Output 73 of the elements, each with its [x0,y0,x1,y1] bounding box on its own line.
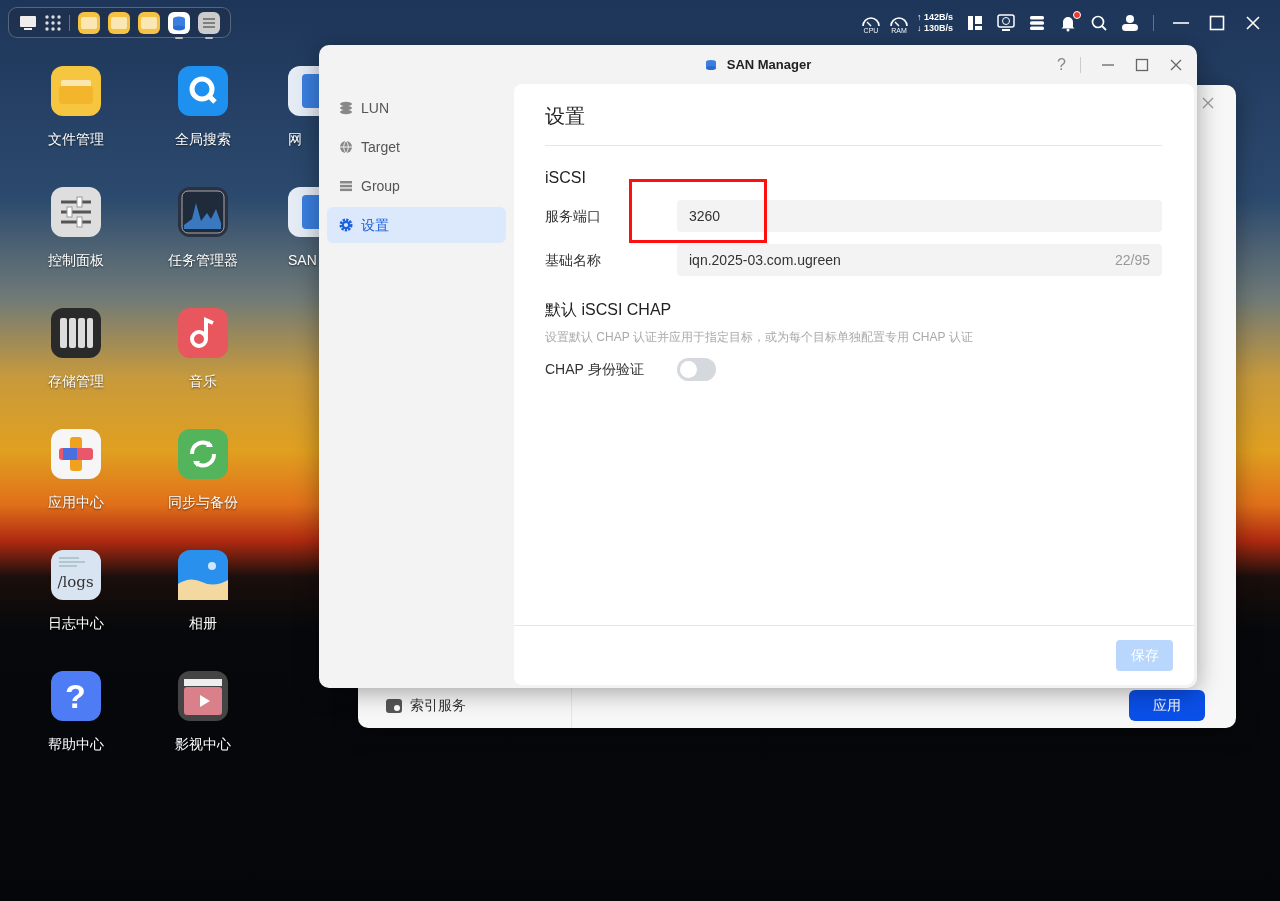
dock-app-button[interactable] [198,11,220,40]
app-label[interactable]: 帮助中心 [47,734,104,755]
cpu-gauge-icon [860,14,881,27]
dock-app-button[interactable] [168,11,190,40]
puzzle-icon[interactable] [50,429,101,479]
database-icon [168,11,190,34]
app-label[interactable]: 全局搜索 [174,129,231,150]
window-title: SAN Manager [726,55,812,74]
page-title: 设置 [545,84,1162,146]
app-label[interactable]: 控制面板 [47,250,104,271]
maximize-button[interactable] [1135,57,1149,72]
sidebar-item[interactable]: 索引服务 [410,695,466,716]
app-label[interactable]: 日志中心 [47,613,104,634]
text-field[interactable]: 3260 [677,200,1162,232]
globe-icon [339,140,353,154]
toggle-label: CHAP 身份验证 [545,360,645,379]
field-label: 服务端口 [545,206,602,226]
minimize-icon [1172,21,1190,24]
sidebar-item[interactable]: Target [327,129,506,165]
server-rack-icon[interactable] [50,308,101,358]
server-list-icon[interactable] [1029,14,1045,31]
close-button[interactable] [1244,13,1262,32]
sidebar-item[interactable]: 设置 [327,207,506,243]
monitor-icon [19,14,37,31]
app-label[interactable]: 文件管理 [47,129,104,150]
sliders-icon[interactable] [50,187,101,237]
app-label[interactable]: 网 [288,129,302,150]
log-file-icon[interactable]: /logs [50,550,101,600]
maximize-button[interactable] [1208,13,1226,32]
character-counter: 22/95 [1114,251,1150,270]
magnifier-icon[interactable] [177,66,228,116]
hint-text: 设置默认 CHAP 认证并应用于指定目标，或为每个目标单独配置专用 CHAP 认证 [545,329,974,346]
app-label[interactable]: 影视中心 [174,734,231,755]
toggle-switch[interactable] [677,358,716,381]
app-label[interactable]: 任务管理器 [167,250,238,271]
landscape-icon[interactable] [177,550,228,600]
folder-icon[interactable] [50,66,101,116]
line-chart-icon[interactable] [177,187,228,237]
section-heading: 默认 iSCSI CHAP [545,300,673,320]
download-speed: ↓ 130B/s [916,22,953,34]
field-label: 基础名称 [545,250,602,270]
app-label[interactable]: 相册 [188,613,217,634]
settings-icon [339,218,353,232]
clapperboard-icon[interactable] [177,671,228,721]
close-button[interactable] [1169,57,1183,72]
folder-icon [78,11,100,34]
maximize-icon [1208,13,1226,32]
maximize-icon [1135,57,1149,72]
help-icon[interactable]: ? [50,671,101,721]
folder-icon [108,11,130,34]
folder-icon [138,11,160,34]
index-service-icon [386,698,402,713]
apply-button[interactable]: 应用 [1129,690,1205,721]
database-icon [339,101,353,115]
music-note-icon[interactable] [177,308,228,358]
sync-icon[interactable] [177,429,228,479]
search-button[interactable] [1091,14,1107,31]
sidebar-item[interactable]: LUN [327,90,506,126]
ram-gauge-icon [888,14,909,27]
minimize-icon [1101,63,1115,66]
sidebar-item[interactable]: Group [327,168,506,204]
layout-icon[interactable] [967,14,983,31]
list-icon [339,179,353,193]
database-icon [704,58,717,71]
monitor-globe-icon[interactable] [997,13,1015,32]
close-icon [1244,13,1262,32]
upload-speed: ↑ 142B/s [916,11,953,23]
sliders-icon [198,11,220,34]
close-icon [1169,57,1183,72]
app-label[interactable]: SAN [288,250,317,271]
section-heading: iSCSI [545,168,587,188]
user-button[interactable] [1121,13,1139,32]
app-grid-icon [45,14,61,31]
